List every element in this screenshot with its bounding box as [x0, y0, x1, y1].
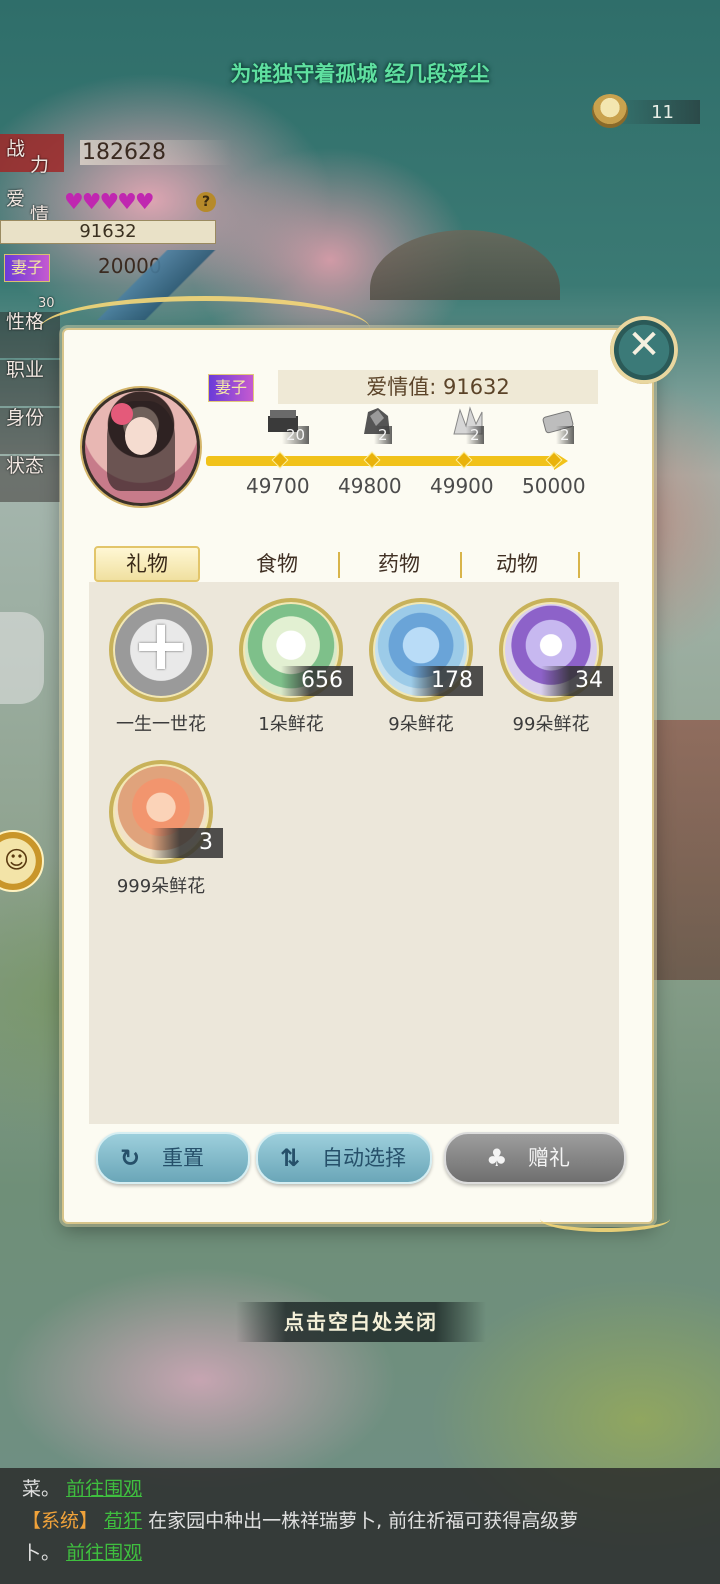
- level-value: 30: [38, 296, 55, 311]
- chat-text: 卜。: [22, 1542, 61, 1564]
- wife-avatar: [82, 388, 200, 506]
- auto-select-button[interactable]: ⇅ 自动选择: [256, 1132, 432, 1184]
- hearts-icon: ♥♥♥♥♥: [64, 190, 155, 215]
- milestone-value: 50000: [522, 474, 586, 498]
- reward-count: 2: [556, 426, 574, 444]
- tea-cup-icon: [592, 94, 628, 128]
- gift-item[interactable]: 34 99朵鲜花: [481, 586, 613, 736]
- milestone-value: 49700: [246, 474, 310, 498]
- tab-divider: [460, 552, 462, 578]
- item-name: 一生一世花: [116, 714, 206, 735]
- give-gift-label: 赠礼: [528, 1146, 570, 1170]
- reward-count: 2: [466, 426, 484, 444]
- chat-log: 菜。 前往围观 【系统】 荀犴 在家园中种出一株祥瑞萝卜, 前往祈福可获得高级萝…: [0, 1468, 720, 1584]
- pavilion-roof: [370, 230, 560, 300]
- reset-label: 重置: [162, 1146, 204, 1170]
- love-value-bar: 91632: [0, 220, 216, 244]
- gift-bag-icon: ♣: [486, 1144, 508, 1172]
- help-icon[interactable]: ?: [196, 192, 216, 212]
- chat-text: 菜。: [22, 1478, 61, 1500]
- gift-item[interactable]: 656 1朵鲜花: [221, 586, 353, 736]
- item-qty: 656: [281, 666, 353, 696]
- attr-label: 状态: [0, 456, 60, 502]
- power-label-2: 力: [30, 154, 50, 176]
- system-tag: 【系统】: [22, 1510, 99, 1532]
- auto-select-label: 自动选择: [322, 1146, 406, 1170]
- tab-food[interactable]: 食物: [256, 548, 298, 580]
- tab-divider: [338, 552, 340, 578]
- chat-line: 【系统】 荀犴 在家园中种出一株祥瑞萝卜, 前往祈福可获得高级萝: [22, 1506, 578, 1533]
- item-name: 99朵鲜花: [512, 714, 590, 735]
- chat-line: 菜。 前往围观: [22, 1474, 142, 1501]
- chat-line: 卜。 前往围观: [22, 1538, 142, 1565]
- gift-item[interactable]: 3 999朵鲜花: [91, 748, 223, 898]
- attr-label: 身份: [0, 408, 60, 454]
- milestone-reward[interactable]: 2: [526, 400, 590, 448]
- wife-tag: 妻子: [4, 254, 51, 282]
- milestone-value: 49800: [338, 474, 402, 498]
- tea-counter[interactable]: 11: [592, 94, 700, 128]
- tab-divider: [578, 552, 580, 578]
- progress-track: [206, 456, 558, 466]
- dialog-wife-tag: 妻子: [208, 374, 255, 402]
- milestone-reward[interactable]: 20: [252, 400, 316, 448]
- give-gift-button[interactable]: ♣ 赠礼: [444, 1132, 626, 1184]
- song-banner: 为谁独守着孤城 经几段浮尘: [230, 62, 490, 86]
- avatar-flower: [111, 403, 133, 425]
- close-button[interactable]: ✕: [610, 316, 678, 384]
- love-value-label: 爱情值: 91632: [278, 370, 598, 404]
- refresh-icon: ↻: [120, 1144, 141, 1172]
- reward-count: 2: [374, 426, 392, 444]
- milestone-value: 49900: [430, 474, 494, 498]
- tab-gift[interactable]: 礼物: [94, 546, 200, 582]
- gold-swirl-ornament: [540, 1206, 670, 1232]
- player-name-link[interactable]: 荀犴: [104, 1510, 142, 1532]
- chat-bubble-icon: ☺: [4, 846, 30, 874]
- item-qty: 3: [151, 828, 223, 858]
- tab-animal[interactable]: 动物: [496, 548, 538, 580]
- love-milestone-track: 20 2 2 2 49700 49800 49900 50000: [206, 400, 586, 510]
- milestone-reward[interactable]: 2: [344, 400, 408, 448]
- love-label-1: 爱: [6, 188, 26, 210]
- item-name: 1朵鲜花: [258, 714, 324, 735]
- item-name: 9朵鲜花: [388, 714, 454, 735]
- item-name: 999朵鲜花: [116, 876, 206, 897]
- power-label-1: 战: [6, 138, 26, 160]
- reward-count: 20: [282, 426, 310, 444]
- attr-label: 职业: [0, 360, 60, 406]
- item-qty: 178: [411, 666, 483, 696]
- gift-item[interactable]: 178 9朵鲜花: [351, 586, 483, 736]
- add-icon: +: [109, 598, 213, 702]
- milestone-reward[interactable]: 2: [436, 400, 500, 448]
- chat-link[interactable]: 前往围观: [66, 1478, 142, 1500]
- chat-text: 在家园中种出一株祥瑞萝卜, 前往祈福可获得高级萝: [148, 1510, 579, 1532]
- tea-count: 11: [651, 102, 674, 123]
- side-drawer-handle[interactable]: [0, 612, 44, 704]
- item-qty: 34: [541, 666, 613, 696]
- category-tabs: 礼物 食物 药物 动物: [90, 544, 590, 584]
- avatar-face: [125, 417, 157, 455]
- sort-arrows-icon: ⇅: [280, 1144, 301, 1172]
- reset-button[interactable]: ↻ 重置: [96, 1132, 250, 1184]
- power-value: 182628: [80, 140, 232, 165]
- gift-inventory: + 一生一世花 656 1朵鲜花 178 9朵鲜花 34 99朵鲜花 3 999…: [89, 582, 619, 1124]
- chat-link[interactable]: 前往围观: [66, 1542, 142, 1564]
- tab-medicine[interactable]: 药物: [378, 548, 420, 580]
- gift-item[interactable]: + 一生一世花: [91, 586, 221, 736]
- close-hint[interactable]: 点击空白处关闭: [236, 1302, 486, 1342]
- close-icon: ✕: [627, 322, 661, 368]
